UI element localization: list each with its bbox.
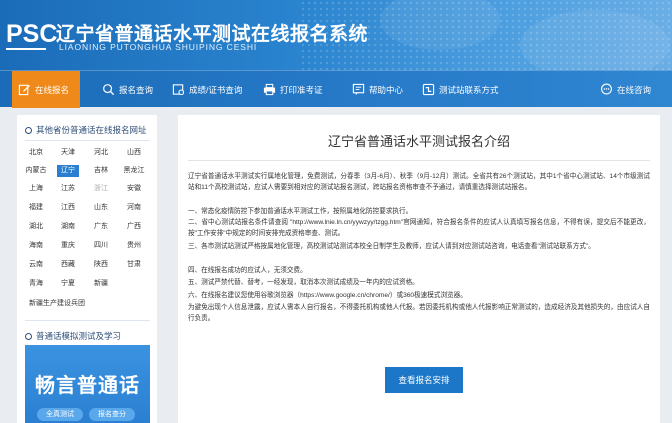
edit-icon xyxy=(18,83,31,96)
province-link[interactable]: 江西 xyxy=(57,202,79,214)
province-link[interactable]: 陕西 xyxy=(90,259,112,271)
promo-title: 畅言普通话 xyxy=(35,373,140,397)
full-test-button[interactable]: 全真测试 xyxy=(37,408,83,421)
score-query-button[interactable]: 报名查分 xyxy=(89,408,135,421)
chat-icon xyxy=(600,83,613,96)
province-link[interactable]: 黑龙江 xyxy=(123,165,145,177)
province-link[interactable]: 四川 xyxy=(90,240,112,252)
rule-item: 六、在线报名建议您使用谷歌浏览器（https://www.google.cn/c… xyxy=(188,292,467,299)
rule-item: 四、在线报名成功的应试人，无须交费。 xyxy=(188,267,307,274)
site-subtitle: LIAONING PUTONGHUA SHUIPING CESHI xyxy=(59,42,258,52)
view-registration-schedule-button[interactable]: 查看报名安排 xyxy=(385,367,463,393)
nav-contact-info[interactable]: 测试站联系方式 xyxy=(416,71,505,108)
province-link[interactable]: 吉林 xyxy=(90,165,112,177)
province-link[interactable]: 江苏 xyxy=(57,183,79,195)
province-link[interactable]: 湖南 xyxy=(57,221,79,233)
circle-bullet-icon xyxy=(25,126,32,134)
province-link[interactable]: 内蒙古 xyxy=(25,165,47,177)
province-link[interactable]: 山西 xyxy=(123,147,145,159)
province-link[interactable]: 新疆 xyxy=(90,278,112,290)
province-link[interactable]: 广西 xyxy=(123,221,145,233)
nav-help-center[interactable]: 帮助中心 xyxy=(346,71,409,108)
province-link[interactable]: 重庆 xyxy=(57,240,79,252)
province-link-xinjiang-corps[interactable]: 新疆生产建设兵团 xyxy=(29,298,85,310)
nav-label: 打印准考证 xyxy=(280,84,323,95)
provinces-heading: 其他省份普通话在线报名网址 xyxy=(25,123,147,137)
nav-label: 测试站联系方式 xyxy=(439,84,499,95)
divider xyxy=(188,160,650,161)
province-link[interactable]: 安徽 xyxy=(123,183,145,195)
divider xyxy=(25,320,150,321)
province-link[interactable]: 北京 xyxy=(25,147,47,159)
sidebar: 其他省份普通话在线报名网址 北京 天津 河北 山西 内蒙古 辽宁 吉林 黑龙江 … xyxy=(17,115,157,423)
contact-icon xyxy=(422,83,435,96)
rule-item: 二、省中心测试站报名条件请查阅 "http://www.lnie.ln.cn/y… xyxy=(188,219,650,237)
province-link[interactable]: 西藏 xyxy=(57,259,79,271)
province-link[interactable]: 福建 xyxy=(25,202,47,214)
intro-paragraph: 辽宁省普通话水平测试实行属地化管理，免费测试，分春季（3月-6月）、秋季（9月-… xyxy=(188,173,650,191)
rule-item: 三、各市测试站测试严格按属地化管理，高校测试站测试本校全日制学生及教师，应试人请… xyxy=(188,243,595,250)
nav-score-query[interactable]: 成绩/证书查询 xyxy=(166,71,248,108)
practice-heading-label: 普通话模拟测试及学习 xyxy=(36,331,122,341)
nav-print-admission[interactable]: 打印准考证 xyxy=(257,71,329,108)
province-link[interactable]: 海南 xyxy=(25,240,47,252)
certificate-icon xyxy=(172,83,185,96)
rule-item: 一、常态化疫情防控下参加普通话水平测试工作，按照属地化防控要求执行。 xyxy=(188,208,413,215)
nav-label: 在线报名 xyxy=(35,84,70,95)
province-link[interactable]: 河北 xyxy=(90,147,112,159)
main-content: 辽宁省普通话水平测试报名介绍 辽宁省普通话水平测试实行属地化管理，免费测试，分春… xyxy=(178,115,660,423)
psc-logo[interactable]: PSC xyxy=(6,22,57,47)
nav-label: 在线咨询 xyxy=(617,84,652,95)
search-icon xyxy=(102,83,115,96)
provinces-heading-label: 其他省份普通话在线报名网址 xyxy=(36,125,147,135)
province-link[interactable]: 甘肃 xyxy=(123,259,145,271)
notice-paragraph: 为避免出现个人信息泄露，应试人需本人自行报名，不得委托机构或他人代报。若因委托机… xyxy=(188,304,650,322)
province-link[interactable]: 河南 xyxy=(123,202,145,214)
main-nav: 在线报名 报名查询 成绩/证书查询 打印准考证 帮助中心 测试站联系方式 在线咨… xyxy=(0,70,672,108)
province-link[interactable]: 青海 xyxy=(25,278,47,290)
nav-online-consult[interactable]: 在线咨询 xyxy=(594,71,657,108)
province-link[interactable]: 山东 xyxy=(90,202,112,214)
printer-icon xyxy=(263,83,276,96)
province-link-selected[interactable]: 辽宁 xyxy=(57,165,79,177)
help-icon xyxy=(352,83,365,96)
province-link[interactable]: 贵州 xyxy=(123,240,145,252)
province-link[interactable]: 广东 xyxy=(90,221,112,233)
nav-registration-query[interactable]: 报名查询 xyxy=(96,71,159,108)
province-link[interactable]: 天津 xyxy=(57,147,79,159)
nav-label: 报名查询 xyxy=(119,84,154,95)
site-header: PSC 辽宁省普通话水平测试在线报名系统 LIAONING PUTONGHUA … xyxy=(0,0,672,70)
province-link[interactable]: 湖北 xyxy=(25,221,47,233)
practice-heading: 普通话模拟测试及学习 xyxy=(25,329,121,343)
province-link[interactable]: 浙江 xyxy=(90,183,112,195)
nav-online-registration[interactable]: 在线报名 xyxy=(12,71,80,108)
logo-underline xyxy=(6,48,46,50)
circle-bullet-icon xyxy=(25,332,32,340)
province-link[interactable]: 上海 xyxy=(25,183,47,195)
province-link[interactable]: 云南 xyxy=(25,259,47,271)
changyan-promo-banner[interactable]: 畅言普通话 全真测试 报名查分 xyxy=(25,345,150,423)
province-link[interactable]: 宁夏 xyxy=(57,278,79,290)
divider xyxy=(25,140,150,141)
page-title: 辽宁省普通话水平测试报名介绍 xyxy=(327,134,510,149)
nav-label: 成绩/证书查询 xyxy=(189,84,243,95)
rule-item: 五、测试严禁代替、替考，一经发现，取消本次测试成绩及一年内的应试资格。 xyxy=(188,279,419,286)
nav-label: 帮助中心 xyxy=(369,84,404,95)
